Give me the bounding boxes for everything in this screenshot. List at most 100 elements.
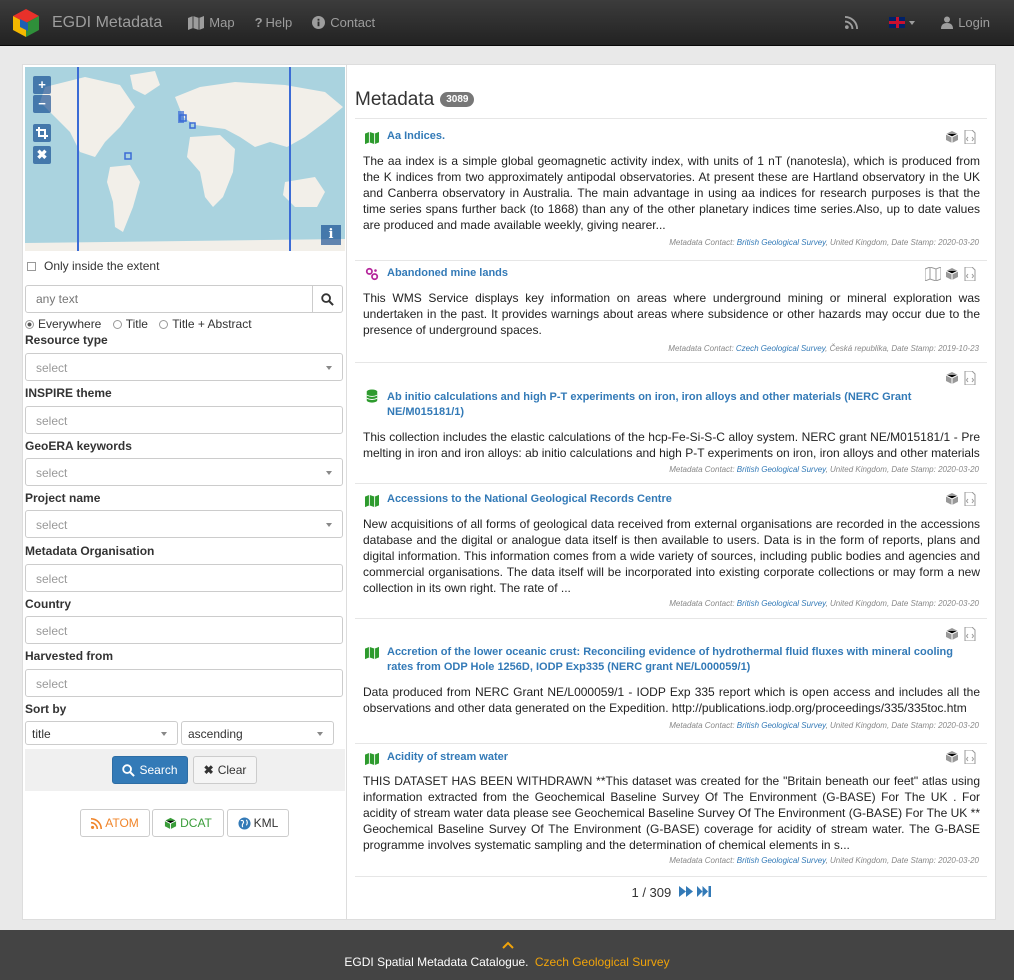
record-org-link[interactable]: British Geological Survey bbox=[737, 856, 826, 865]
egdi-logo-icon bbox=[13, 8, 39, 37]
scope-title-abstract-label: Title + Abstract bbox=[172, 317, 252, 331]
sort-field-value: title bbox=[32, 727, 51, 741]
atom-export-button[interactable]: ATOM bbox=[80, 809, 150, 837]
search-button[interactable]: Search bbox=[112, 756, 188, 784]
sort-by-label: Sort by bbox=[25, 702, 67, 716]
scroll-top-button[interactable] bbox=[502, 938, 514, 952]
rss-icon bbox=[845, 16, 859, 29]
record-title-link[interactable]: Aa Indices. bbox=[387, 129, 947, 144]
inspire-theme-select[interactable]: select bbox=[25, 406, 343, 434]
record-meta-suffix: , Česká republika, Date Stamp: 2019-10-2… bbox=[825, 344, 979, 353]
rss-feed-link[interactable] bbox=[845, 16, 863, 29]
dcat-export-label: DCAT bbox=[180, 816, 212, 830]
results-divider bbox=[355, 876, 987, 877]
zoom-out-button[interactable]: − bbox=[33, 95, 51, 113]
xml-file-icon[interactable] bbox=[963, 371, 977, 385]
record-actions bbox=[945, 371, 977, 385]
record-abstract: THIS DATASET HAS BEEN WITHDRAWN **This d… bbox=[363, 774, 980, 852]
results-title: Metadata bbox=[355, 89, 435, 110]
fulltext-search-button[interactable] bbox=[313, 285, 343, 313]
country-select[interactable]: select bbox=[25, 616, 343, 644]
clear-button[interactable]: ✖ Clear bbox=[193, 756, 257, 784]
project-name-select[interactable]: select bbox=[25, 510, 343, 538]
scope-everywhere-radio[interactable] bbox=[25, 320, 34, 329]
record-title-link[interactable]: Accretion of the lower oceanic crust: Re… bbox=[387, 645, 977, 675]
inspire-theme-label: INSPIRE theme bbox=[25, 386, 112, 400]
resource-type-select[interactable]: select bbox=[25, 353, 343, 381]
record-meta: Metadata Contact: British Geological Sur… bbox=[669, 465, 979, 474]
chevron-down-icon bbox=[317, 732, 323, 736]
next-page-button[interactable] bbox=[678, 885, 697, 900]
last-page-button[interactable] bbox=[696, 885, 711, 900]
sort-order-select[interactable]: ascending bbox=[181, 721, 334, 745]
extent-map[interactable]: + − ✖ i bbox=[25, 67, 345, 251]
xml-file-icon[interactable] bbox=[963, 267, 977, 281]
map-icon bbox=[188, 15, 205, 30]
crop-extent-button[interactable] bbox=[33, 124, 51, 142]
record-org-link[interactable]: Czech Geological Survey bbox=[736, 344, 825, 353]
map-info-button[interactable]: i bbox=[321, 225, 341, 245]
only-inside-extent-label: Only inside the extent bbox=[44, 259, 160, 273]
cube-icon[interactable] bbox=[945, 267, 959, 281]
xml-file-icon[interactable] bbox=[963, 492, 977, 506]
nav-help[interactable]: ? Help bbox=[255, 15, 293, 30]
cube-icon[interactable] bbox=[945, 750, 959, 764]
dcat-export-button[interactable]: DCAT bbox=[152, 809, 224, 837]
zoom-in-button[interactable]: + bbox=[33, 76, 51, 94]
scope-title-radio[interactable] bbox=[112, 320, 122, 329]
user-icon bbox=[941, 16, 954, 29]
record-org-link[interactable]: British Geological Survey bbox=[737, 238, 826, 247]
page-indicator: 1 / 309 bbox=[631, 885, 672, 900]
harvested-from-value: select bbox=[36, 677, 68, 691]
nav-map-label: Map bbox=[209, 15, 235, 30]
cube-icon[interactable] bbox=[945, 492, 959, 506]
chevron-down-icon bbox=[161, 732, 167, 736]
clear-button-label: Clear bbox=[217, 763, 247, 777]
language-selector[interactable] bbox=[889, 17, 916, 28]
chevron-down-icon bbox=[909, 20, 916, 25]
kml-export-button[interactable]: KML bbox=[227, 809, 289, 837]
record-org-link[interactable]: British Geological Survey bbox=[737, 599, 826, 608]
xml-file-icon[interactable] bbox=[963, 627, 977, 641]
brand[interactable]: EGDI Metadata bbox=[10, 7, 162, 39]
record-title-link[interactable]: Ab initio calculations and high P-T expe… bbox=[387, 390, 947, 420]
results-count-badge: 3089 bbox=[440, 92, 475, 107]
fulltext-search-input[interactable] bbox=[25, 285, 313, 313]
record-title-link[interactable]: Abandoned mine lands bbox=[387, 266, 947, 281]
record-item: Ab initio calculations and high P-T expe… bbox=[355, 362, 987, 482]
metadata-organisation-select[interactable]: select bbox=[25, 564, 343, 592]
metadata-organisation-value: select bbox=[36, 572, 68, 586]
harvested-from-select[interactable]: select bbox=[25, 669, 343, 697]
only-inside-extent-checkbox[interactable] bbox=[27, 261, 36, 271]
geoera-keywords-select[interactable]: select bbox=[25, 458, 343, 486]
login-link[interactable]: Login bbox=[941, 15, 990, 30]
kml-export-label: KML bbox=[253, 816, 279, 830]
sort-field-select[interactable]: title bbox=[25, 721, 178, 745]
chevron-down-icon bbox=[326, 523, 332, 527]
cube-icon[interactable] bbox=[945, 627, 959, 641]
record-meta: Metadata Contact: British Geological Sur… bbox=[669, 721, 979, 730]
cube-icon[interactable] bbox=[945, 371, 959, 385]
nav-contact[interactable]: Contact bbox=[312, 15, 375, 30]
country-value: select bbox=[36, 624, 68, 638]
record-meta-suffix: , United Kingdom, Date Stamp: 2020-03-20 bbox=[825, 238, 979, 247]
world-map-background bbox=[25, 67, 345, 251]
scope-title-abstract-radio[interactable] bbox=[159, 320, 169, 329]
footer-link[interactable]: Czech Geological Survey bbox=[535, 955, 670, 969]
record-title-link[interactable]: Accessions to the National Geological Re… bbox=[387, 492, 947, 507]
record-title-link[interactable]: Acidity of stream water bbox=[387, 750, 947, 765]
cube-icon[interactable] bbox=[945, 130, 959, 144]
record-org-link[interactable]: British Geological Survey bbox=[737, 465, 826, 474]
nav-map[interactable]: Map bbox=[188, 15, 235, 30]
record-meta-suffix: , United Kingdom, Date Stamp: 2020-03-20 bbox=[825, 599, 979, 608]
crop-icon bbox=[36, 127, 48, 139]
map-outline-icon[interactable] bbox=[925, 267, 941, 281]
map-icon bbox=[365, 131, 379, 145]
project-name-value: select bbox=[36, 518, 68, 532]
globe-icon bbox=[238, 816, 251, 830]
clear-extent-button[interactable]: ✖ bbox=[33, 146, 51, 164]
record-org-link[interactable]: British Geological Survey bbox=[737, 721, 826, 730]
xml-file-icon[interactable] bbox=[963, 130, 977, 144]
xml-file-icon[interactable] bbox=[963, 750, 977, 764]
extent-left-edge bbox=[77, 67, 79, 251]
